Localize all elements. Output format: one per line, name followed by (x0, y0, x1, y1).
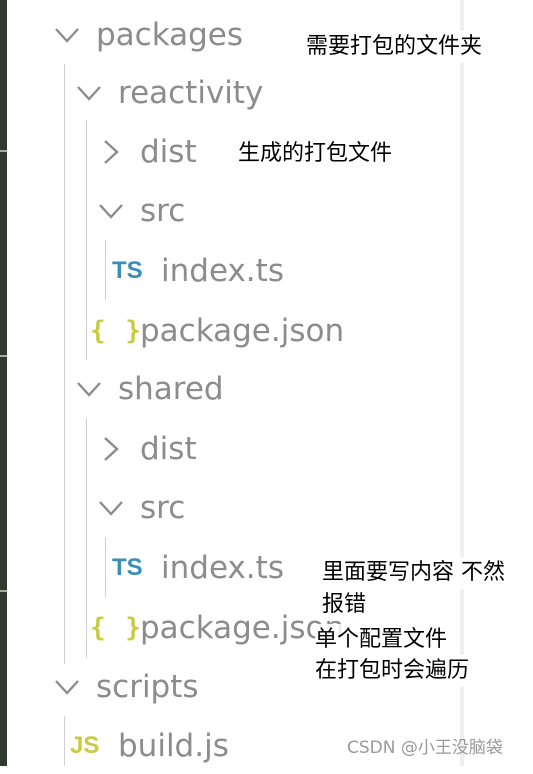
annotation-package-line1: 单个配置文件 (315, 624, 448, 656)
folder-row-shared-dist[interactable]: dist (0, 421, 460, 477)
json-file-icon: { } (90, 613, 143, 643)
folder-row-reactivity[interactable]: reactivity (0, 65, 460, 121)
file-row-reactivity-package[interactable]: { } package.json (0, 303, 460, 359)
tree-item-label: package.json (140, 313, 345, 349)
annotation-package-line2: 在打包时会遍历 (315, 655, 470, 687)
annotation-dist: 生成的打包文件 (238, 138, 393, 170)
chevron-right-icon[interactable] (97, 139, 125, 165)
json-file-icon: { } (90, 316, 143, 346)
file-row-reactivity-index[interactable]: TS index.ts (0, 243, 460, 299)
watermark: CSDN @小王没脑袋 (347, 738, 503, 758)
annotation-index-line1: 里面要写内容 不然 (322, 557, 505, 589)
folder-row-shared-src[interactable]: src (0, 480, 460, 536)
tree-item-label: scripts (96, 669, 199, 705)
folder-row-shared[interactable]: shared (0, 361, 460, 417)
chevron-down-icon[interactable] (97, 495, 125, 521)
file-explorer: packages reactivity dist src TS index.ts{ } pa… (0, 0, 533, 766)
tree-item-label: src (140, 193, 186, 229)
tree-item-label: reactivity (118, 75, 264, 111)
chevron-down-icon[interactable] (97, 198, 125, 224)
chevron-down-icon[interactable] (53, 22, 81, 48)
javascript-file-icon: JS (70, 732, 100, 759)
tree-item-label: dist (140, 431, 197, 467)
tree-item-label: packages (96, 17, 244, 53)
folder-row-reactivity-src[interactable]: src (0, 183, 460, 239)
tree-item-label: dist (140, 134, 197, 170)
tree-item-label: index.ts (161, 550, 284, 586)
chevron-down-icon[interactable] (75, 80, 103, 106)
tree-item-label: index.ts (161, 253, 284, 289)
annotation-index-line2: 报错 (322, 589, 367, 621)
annotation-packages: 需要打包的文件夹 (306, 31, 483, 63)
tree-item-label: src (140, 490, 186, 526)
tree-item-label: shared (118, 371, 224, 407)
chevron-down-icon[interactable] (75, 376, 103, 402)
tree-item-label: build.js (118, 728, 229, 764)
chevron-down-icon[interactable] (53, 674, 81, 700)
typescript-file-icon: TS (112, 554, 143, 581)
scrollbar-track[interactable] (460, 0, 464, 766)
chevron-right-icon[interactable] (97, 436, 125, 462)
tree-item-label: package.json (140, 610, 345, 646)
typescript-file-icon: TS (112, 257, 143, 284)
